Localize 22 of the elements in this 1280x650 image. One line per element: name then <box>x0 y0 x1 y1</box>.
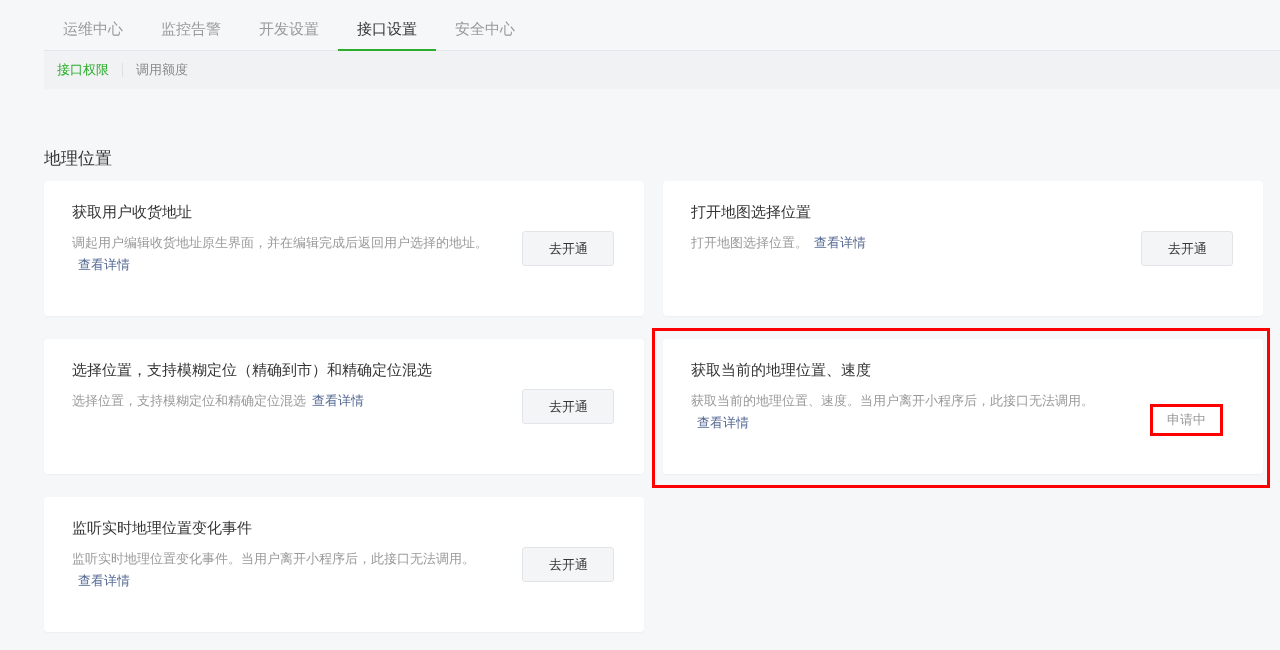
details-link[interactable]: 查看详情 <box>78 573 130 588</box>
details-link[interactable]: 查看详情 <box>312 393 364 408</box>
details-link[interactable]: 查看详情 <box>78 257 130 272</box>
section-title: 地理位置 <box>44 147 113 170</box>
enable-button[interactable]: 去开通 <box>1141 231 1233 266</box>
api-title: 获取当前的地理位置、速度 <box>691 361 872 380</box>
enable-button[interactable]: 去开通 <box>522 547 614 582</box>
details-link[interactable]: 查看详情 <box>697 415 749 430</box>
api-description: 选择位置，支持模糊定位和精确定位混选 查看详情 <box>72 392 365 410</box>
api-description: 监听实时地理位置变化事件。当用户离开小程序后，此接口无法调用。 查看详情 <box>72 550 476 590</box>
enable-button[interactable]: 去开通 <box>522 389 614 424</box>
api-description: 打开地图选择位置。 查看详情 <box>691 234 867 252</box>
api-title: 选择位置，支持模糊定位（精确到市）和精确定位混选 <box>72 361 433 380</box>
api-description: 调起用户编辑收货地址原生界面，并在编辑完成后返回用户选择的地址。 查看详情 <box>72 234 489 274</box>
api-title: 打开地图选择位置 <box>691 203 812 222</box>
api-description: 获取当前的地理位置、速度。当用户离开小程序后，此接口无法调用。 查看详情 <box>691 392 1095 432</box>
api-title: 监听实时地理位置变化事件 <box>72 519 253 538</box>
pending-status: 申请中 <box>1150 404 1223 436</box>
api-title: 获取用户收货地址 <box>72 203 193 222</box>
details-link[interactable]: 查看详情 <box>814 235 866 250</box>
enable-button[interactable]: 去开通 <box>522 231 614 266</box>
subnav-tab[interactable]: 调用额度 <box>136 61 201 79</box>
